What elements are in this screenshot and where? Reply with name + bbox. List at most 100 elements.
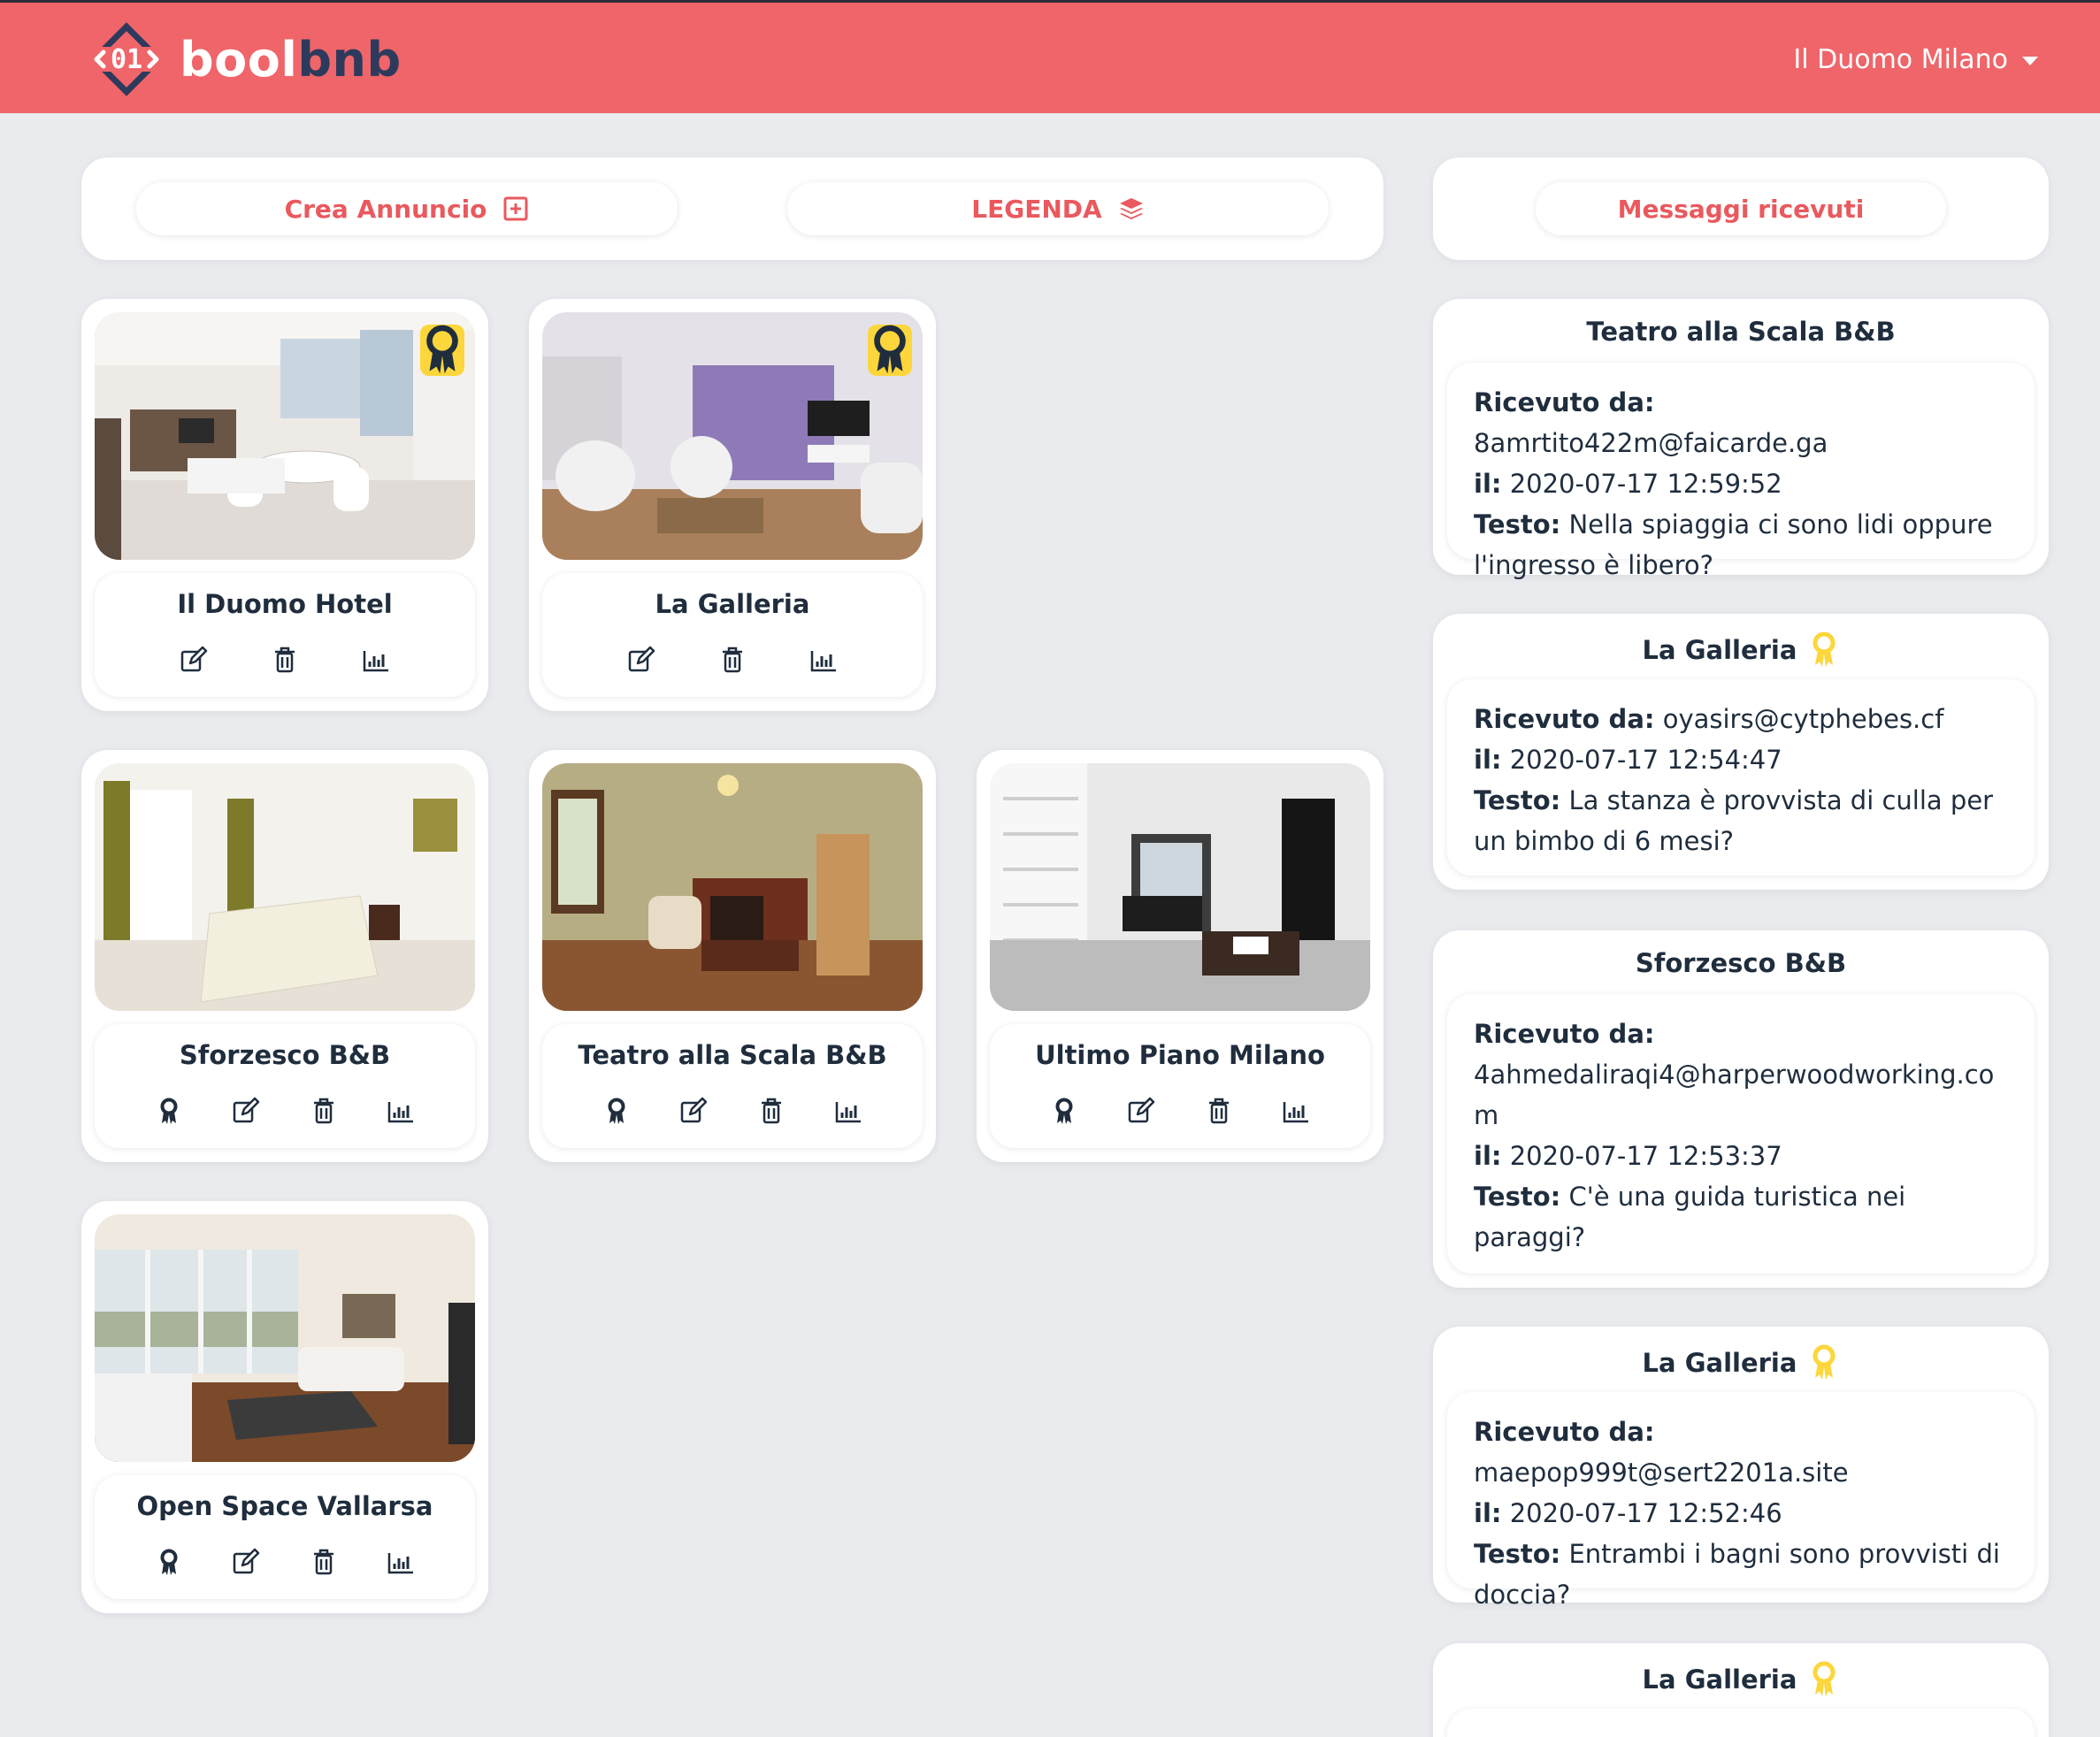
listing-card-body: Il Duomo Hotel: [95, 573, 475, 697]
messages-panel-header: Messaggi ricevuti: [1433, 157, 2049, 260]
logo-text: boolbnb: [180, 31, 402, 88]
message-body: Ricevuto da: oyasirs@cytphebes.cf il: 20…: [1447, 679, 2035, 876]
message-body: Ricevuto da: 8amrtito422m@faicarde.ga il…: [1447, 363, 2035, 580]
listing-actions: [95, 644, 475, 679]
listing-actions: [542, 644, 923, 679]
listing-photo[interactable]: [542, 763, 923, 1011]
edit-button[interactable]: [1125, 1095, 1157, 1127]
stats-button[interactable]: [808, 644, 839, 676]
sponsor-button[interactable]: [153, 1095, 185, 1127]
trash-icon: [313, 1098, 333, 1124]
legend-label: LEGENDA: [971, 194, 1102, 224]
trash-icon: [274, 647, 295, 673]
apartment-photo: [95, 1214, 475, 1462]
award-icon: [1813, 631, 1836, 667]
message-sender: 8amrtito422m@faicarde.ga: [1474, 428, 1828, 458]
message-card: Teatro alla Scala B&B Ricevuto da: 8amrt…: [1433, 299, 2049, 580]
received-messages-button[interactable]: Messaggi ricevuti: [1536, 182, 1946, 235]
listing-title: Il Duomo Hotel: [177, 589, 393, 619]
message-date: 2020-07-17 12:54:47: [1509, 745, 1782, 775]
listing-photo[interactable]: [95, 312, 475, 560]
listing-actions: [542, 1095, 923, 1130]
listing-title: Open Space Vallarsa: [136, 1491, 433, 1521]
delete-button[interactable]: [308, 1546, 340, 1578]
brand-logo[interactable]: 01 boolbnb: [84, 17, 402, 102]
award-icon: [1813, 1344, 1836, 1380]
stats-button[interactable]: [385, 1095, 417, 1127]
message-sender: 4ahmedaliraqi4@harperwoodworking.com: [1474, 1060, 1995, 1130]
edit-icon: [180, 646, 207, 672]
bar-chart-icon: [388, 1102, 414, 1123]
edit-button[interactable]: [230, 1095, 262, 1127]
message-date: 2020-07-17 12:53:37: [1509, 1141, 1782, 1171]
trash-icon: [761, 1098, 781, 1124]
plus-square-icon: [503, 196, 528, 221]
listing-card-body: Teatro alla Scala B&B: [542, 1024, 923, 1148]
sponsored-badge: [420, 325, 464, 376]
edit-icon: [234, 1548, 260, 1574]
stats-button[interactable]: [360, 644, 392, 676]
sponsor-button[interactable]: [601, 1095, 632, 1127]
listing-title: Teatro alla Scala B&B: [578, 1040, 887, 1070]
message-apartment-title: Teatro alla Scala B&B: [1586, 317, 1896, 347]
sponsor-button[interactable]: [153, 1546, 185, 1578]
message-apartment-title: La Galleria: [1433, 1344, 2049, 1381]
edit-icon: [1129, 1097, 1155, 1123]
apartment-photo: [990, 763, 1370, 1011]
delete-button[interactable]: [1203, 1095, 1235, 1127]
award-icon: [1055, 1098, 1073, 1124]
message-card: La Galleria Ricevuto da: maepop999t@sert…: [1433, 1327, 2049, 1610]
stats-button[interactable]: [385, 1546, 417, 1578]
listing-card: Ultimo Piano Milano: [977, 750, 1383, 1162]
listing-card-body: Ultimo Piano Milano: [990, 1024, 1370, 1148]
edit-button[interactable]: [625, 644, 657, 676]
message-apartment-title: Sforzesco B&B: [1635, 948, 1847, 978]
delete-button[interactable]: [308, 1095, 340, 1127]
award-icon: [608, 1098, 625, 1124]
listing-actions: [95, 1546, 475, 1581]
bar-chart-icon: [836, 1102, 862, 1123]
delete-button[interactable]: [269, 644, 301, 676]
message-body: [1447, 1709, 2035, 1737]
message-date: 2020-07-17 12:52:46: [1509, 1498, 1782, 1528]
listing-photo[interactable]: [542, 312, 923, 560]
user-name: Il Duomo Milano: [1793, 43, 2008, 75]
bar-chart-icon: [364, 651, 389, 672]
award-icon: [426, 325, 458, 374]
message-card: Sforzesco B&B Ricevuto da: 4ahmedaliraqi…: [1433, 930, 2049, 1288]
stats-button[interactable]: [1280, 1095, 1312, 1127]
legend-button[interactable]: LEGENDA: [787, 182, 1329, 235]
edit-button[interactable]: [178, 644, 210, 676]
bar-chart-icon: [811, 651, 837, 672]
message-body: Ricevuto da: 4ahmedaliraqi4@harperwoodwo…: [1447, 994, 2035, 1274]
listing-photo[interactable]: [95, 763, 475, 1011]
message-sender: oyasirs@cytphebes.cf: [1662, 704, 1944, 734]
delete-button[interactable]: [717, 644, 748, 676]
create-listing-label: Crea Annuncio: [284, 194, 487, 224]
stats-button[interactable]: [832, 1095, 864, 1127]
delete-button[interactable]: [755, 1095, 787, 1127]
user-menu-dropdown[interactable]: Il Duomo Milano: [1793, 40, 2038, 79]
listing-actions: [990, 1095, 1370, 1130]
listing-title: Sforzesco B&B: [179, 1040, 391, 1070]
award-icon: [160, 1549, 178, 1575]
listing-card: Teatro alla Scala B&B: [529, 750, 936, 1162]
listing-card-body: La Galleria: [542, 573, 923, 697]
trash-icon: [313, 1549, 333, 1575]
message-card: La Galleria Ricevuto da: oyasirs@cytpheb…: [1433, 614, 2049, 890]
apartment-photo: [95, 763, 475, 1011]
trash-icon: [1208, 1098, 1229, 1124]
create-listing-button[interactable]: Crea Annuncio: [136, 182, 678, 235]
listing-card-body: Sforzesco B&B: [95, 1024, 475, 1148]
listing-photo[interactable]: [990, 763, 1370, 1011]
edit-button[interactable]: [230, 1546, 262, 1578]
sponsor-button[interactable]: [1048, 1095, 1080, 1127]
listing-photo[interactable]: [95, 1214, 475, 1462]
actions-panel: Crea Annuncio LEGENDA: [81, 157, 1383, 260]
trash-icon: [722, 647, 742, 673]
edit-button[interactable]: [678, 1095, 709, 1127]
top-navbar: 01 boolbnb Il Duomo Milano: [0, 0, 2100, 113]
svg-text:01: 01: [111, 44, 142, 75]
message-sender: maepop999t@sert2201a.site: [1474, 1458, 1849, 1488]
apartment-photo: [95, 312, 475, 560]
